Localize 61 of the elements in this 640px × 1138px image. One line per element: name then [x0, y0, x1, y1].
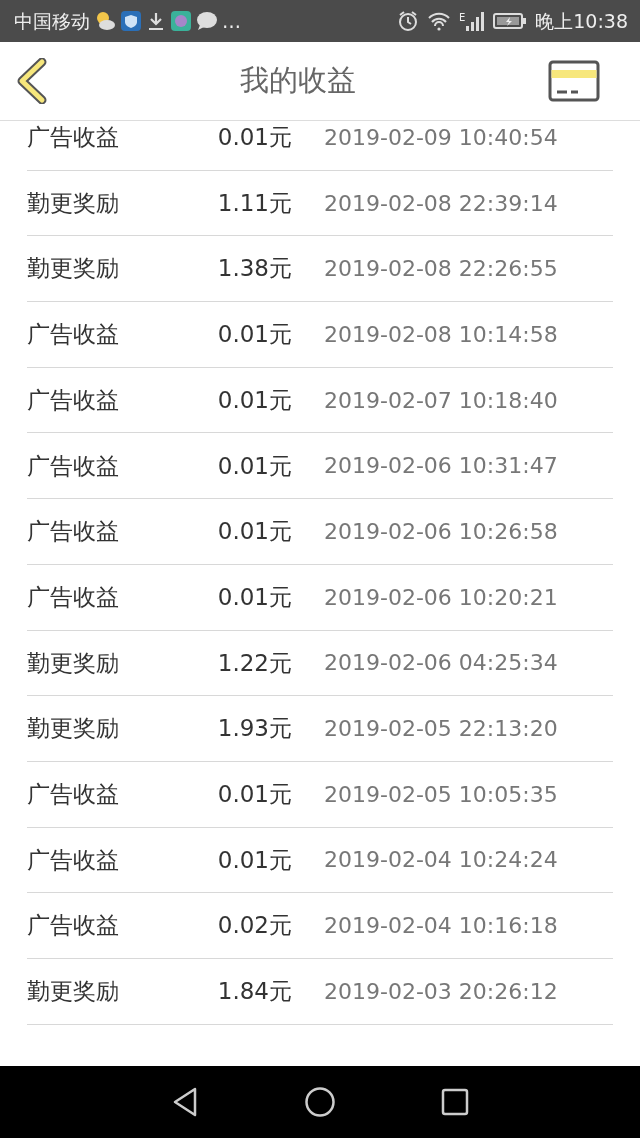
record-amount: 0.01元	[216, 385, 292, 415]
record-amount: 1.22元	[216, 648, 292, 678]
record-amount: 0.01元	[216, 517, 292, 547]
record-type: 广告收益	[27, 911, 120, 941]
record-amount: 0.01元	[216, 779, 292, 809]
record-amount: 1.84元	[216, 977, 292, 1007]
record-type: 勤更奖励	[27, 254, 120, 284]
record-time: 2019-02-05 10:05:35	[324, 780, 558, 809]
back-nav-icon[interactable]	[171, 1086, 199, 1118]
record-amount: 0.01元	[216, 582, 292, 612]
record-amount: 1.93元	[216, 714, 292, 744]
chat-icon	[196, 11, 218, 31]
signal-icon	[465, 10, 486, 32]
more-indicator: …	[222, 8, 241, 34]
record-type: 广告收益	[27, 582, 120, 612]
record-time: 2019-02-06 10:20:21	[324, 583, 558, 612]
record-type: 广告收益	[27, 779, 120, 809]
record-amount: 0.01元	[216, 845, 292, 875]
record-type: 广告收益	[27, 123, 120, 153]
record-time: 2019-02-08 22:39:14	[324, 189, 558, 218]
shield-icon	[120, 10, 142, 32]
record-type: 广告收益	[27, 385, 120, 415]
record-time: 2019-02-06 10:26:58	[324, 517, 558, 546]
record-time: 2019-02-09 10:40:54	[324, 123, 558, 152]
network-type: E	[458, 11, 466, 25]
record-time: 2019-02-05 22:13:20	[324, 715, 558, 744]
record-time: 2019-02-06 04:25:34	[324, 649, 558, 678]
record-type: 广告收益	[27, 320, 120, 350]
home-nav-icon[interactable]	[304, 1086, 336, 1118]
record-type: 广告收益	[27, 451, 120, 481]
record-amount: 0.01元	[216, 451, 292, 481]
record-type: 广告收益	[27, 517, 120, 547]
record-amount: 0.02元	[216, 911, 292, 941]
record-type: 勤更奖励	[27, 977, 120, 1007]
record-type: 勤更奖励	[27, 188, 120, 218]
download-icon	[146, 10, 166, 32]
record-type: 勤更奖励	[27, 648, 120, 678]
clock-time: 晚上10:38	[535, 8, 628, 34]
weather-icon	[94, 10, 116, 32]
record-time: 2019-02-03 20:26:12	[324, 977, 558, 1006]
record-time: 2019-02-04 10:16:18	[324, 912, 558, 941]
carrier-name: 中国移动	[14, 8, 90, 34]
record-amount: 0.01元	[216, 320, 292, 350]
record-type: 勤更奖励	[27, 714, 120, 744]
record-type: 广告收益	[27, 845, 120, 875]
record-time: 2019-02-08 10:14:58	[324, 320, 558, 349]
recents-nav-icon[interactable]	[441, 1088, 469, 1116]
app-icon	[170, 10, 192, 32]
record-time: 2019-02-08 22:26:55	[324, 255, 558, 284]
card-icon[interactable]	[548, 60, 600, 102]
back-icon[interactable]	[16, 58, 48, 104]
page-title: 我的收益	[240, 62, 356, 100]
alarm-icon	[396, 10, 419, 32]
wifi-icon	[426, 11, 451, 31]
record-time: 2019-02-04 10:24:24	[324, 846, 558, 875]
record-time: 2019-02-06 10:31:47	[324, 452, 558, 481]
record-time: 2019-02-07 10:18:40	[324, 386, 558, 415]
battery-icon	[493, 12, 528, 30]
record-amount: 0.01元	[216, 123, 292, 153]
record-amount: 1.11元	[216, 188, 292, 218]
record-amount: 1.38元	[216, 254, 292, 284]
